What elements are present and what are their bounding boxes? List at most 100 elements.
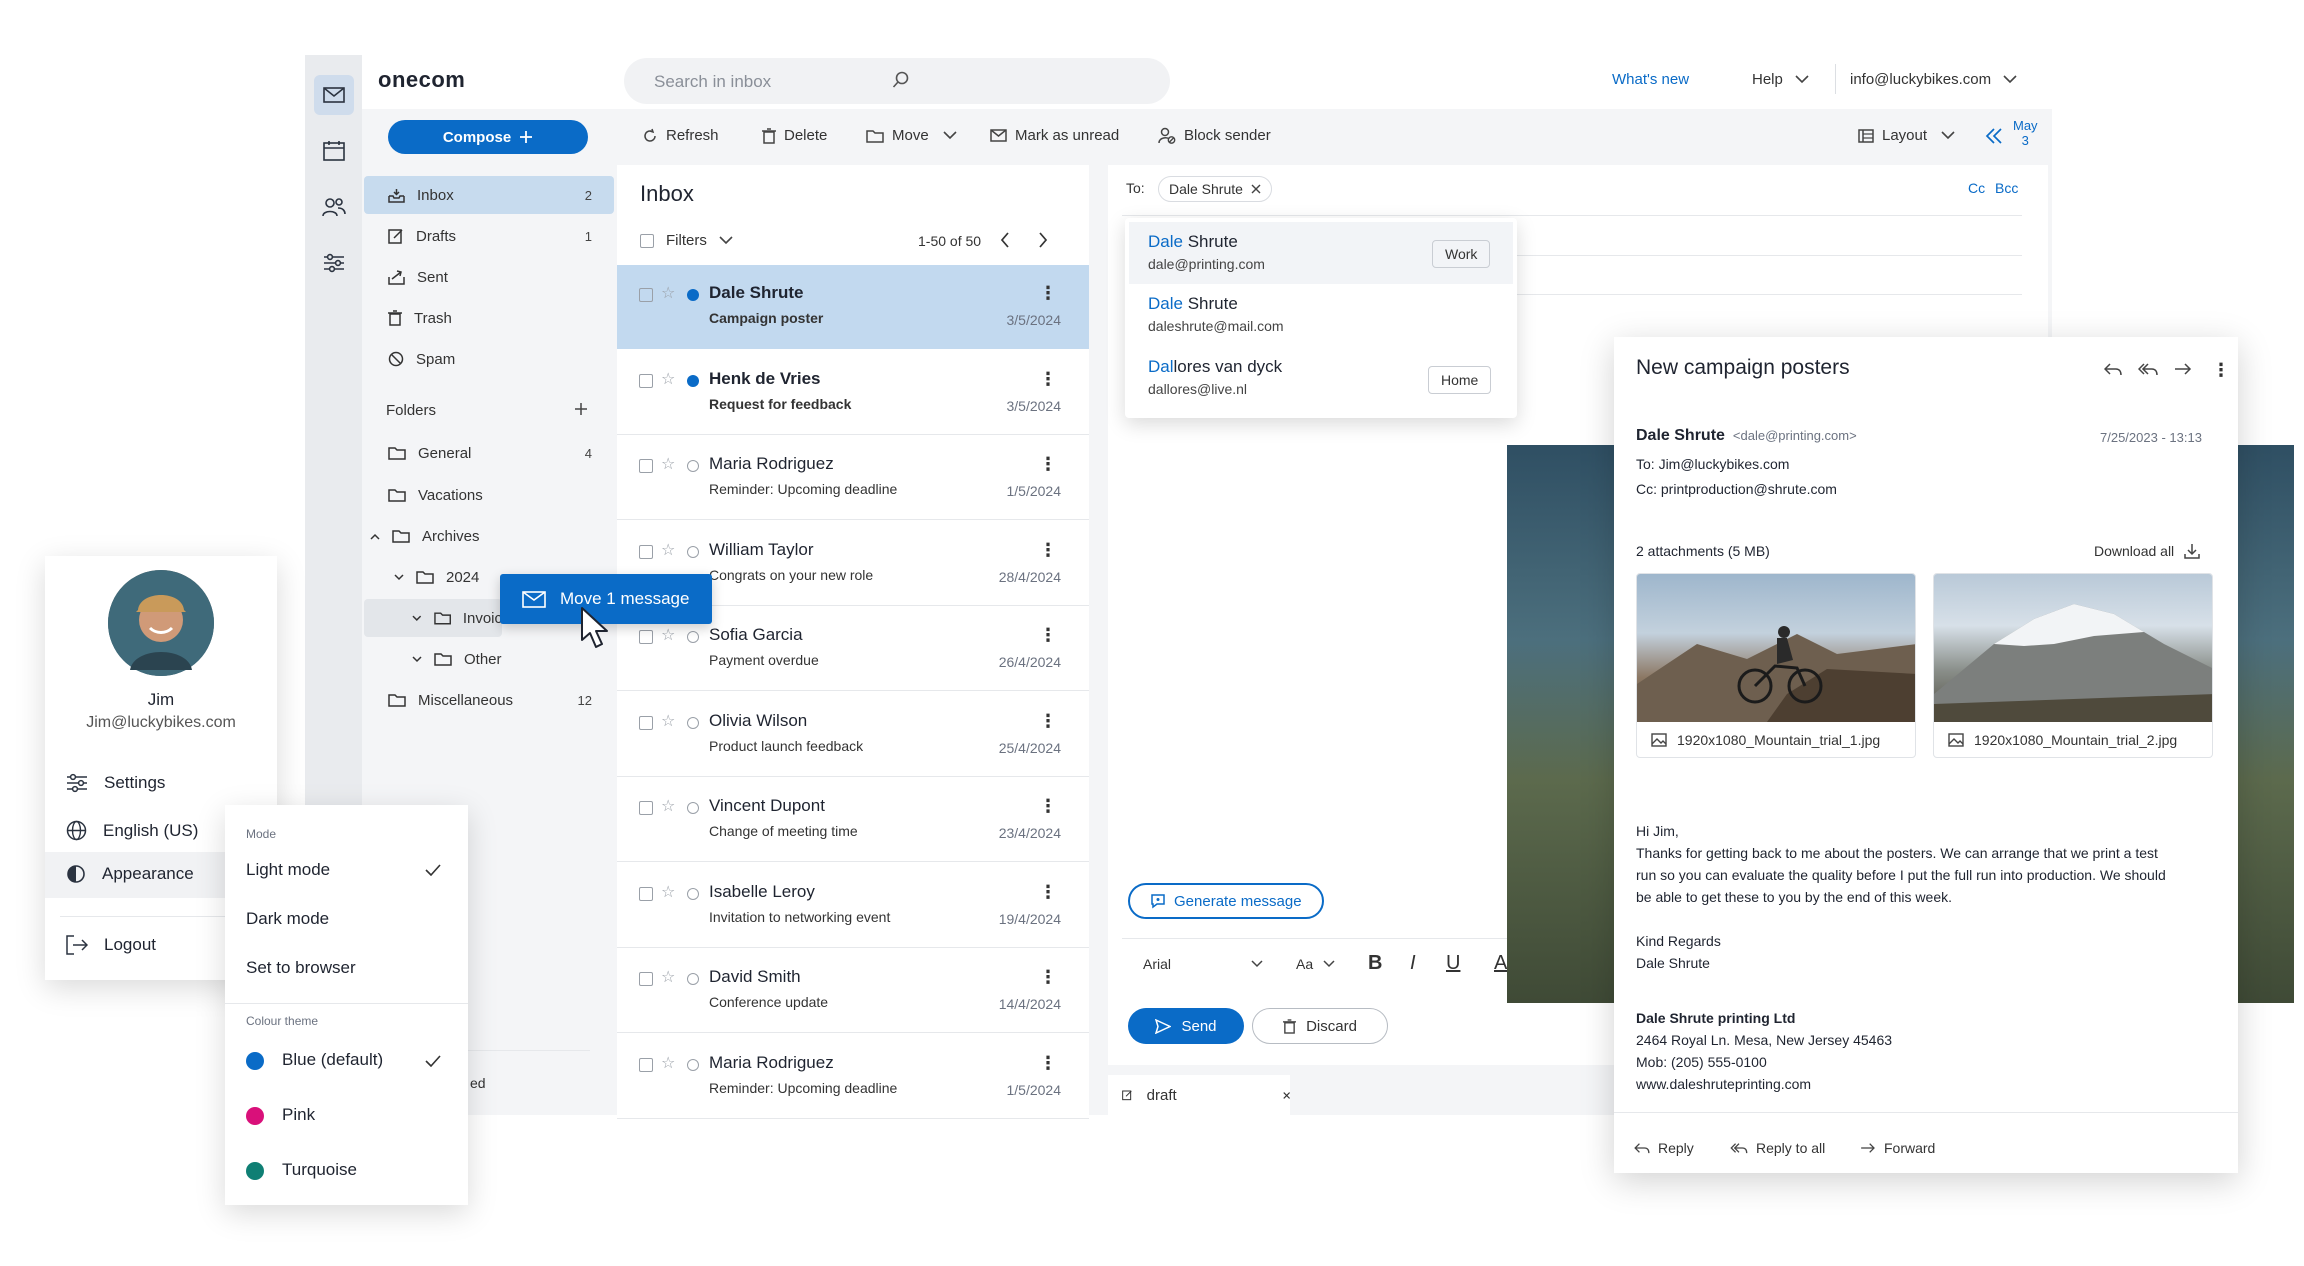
dark-mode-option[interactable]: Dark mode: [246, 909, 329, 929]
recipient-chip[interactable]: Dale Shrute: [1158, 176, 1272, 202]
bold-button[interactable]: B: [1368, 952, 1382, 975]
unread-indicator[interactable]: [687, 545, 699, 558]
signature-website[interactable]: www.daleshruteprinting.com: [1636, 1076, 1811, 1092]
add-folder-button[interactable]: [574, 402, 588, 416]
more-options-icon[interactable]: ⋮: [1039, 796, 1057, 817]
browser-mode-option[interactable]: Set to browser: [246, 958, 356, 978]
sidebar-folder-archives[interactable]: Archives: [364, 517, 614, 555]
delete-button[interactable]: Delete: [762, 127, 827, 144]
star-icon[interactable]: ☆: [661, 283, 675, 303]
sidebar-item-spam[interactable]: Spam: [364, 340, 614, 378]
sender-name[interactable]: Dale Shrute: [1636, 427, 1725, 445]
reply-all-button[interactable]: Reply to all: [1730, 1140, 1825, 1156]
message-checkbox[interactable]: [639, 373, 653, 388]
message-checkbox[interactable]: [639, 544, 653, 559]
theme-option-turquoise[interactable]: Turquoise: [282, 1160, 357, 1180]
brand-logo[interactable]: one.com: [378, 67, 630, 93]
message-row[interactable]: ☆ David Smith Conference update 14/4/2024 ⋮: [617, 949, 1089, 1033]
more-options-icon[interactable]: ⋮: [1039, 369, 1057, 390]
message-row[interactable]: ☆ Dale Shrute Campaign poster 3/5/2024 ⋮: [617, 265, 1089, 349]
font-select[interactable]: Arial: [1143, 956, 1263, 972]
reply-button[interactable]: Reply: [1634, 1140, 1694, 1156]
unread-indicator[interactable]: [687, 973, 699, 985]
discard-button[interactable]: Discard: [1252, 1008, 1388, 1044]
prev-page-button[interactable]: [1000, 232, 1010, 248]
cc-toggle[interactable]: Cc: [1968, 180, 1985, 196]
more-options-icon[interactable]: ⋮: [2212, 360, 2230, 381]
unread-indicator[interactable]: [687, 289, 699, 301]
attachment-card[interactable]: 1920x1080_Mountain_trial_1.jpg: [1636, 573, 1916, 758]
star-icon[interactable]: ☆: [661, 625, 675, 645]
select-all-checkbox[interactable]: [640, 233, 654, 248]
more-options-icon[interactable]: ⋮: [1039, 454, 1057, 475]
search-input[interactable]: Search in inbox: [624, 58, 1170, 104]
compose-button[interactable]: Compose: [388, 120, 588, 154]
mail-app-button[interactable]: [314, 75, 354, 115]
contacts-app-button[interactable]: [314, 187, 354, 227]
message-checkbox[interactable]: [639, 886, 653, 901]
message-checkbox[interactable]: [639, 288, 653, 302]
unread-indicator[interactable]: [687, 1058, 699, 1071]
underline-button[interactable]: U: [1446, 952, 1460, 975]
sidebar-item-drafts[interactable]: Drafts 1: [364, 217, 614, 255]
search-icon[interactable]: [654, 71, 1148, 89]
more-options-icon[interactable]: ⋮: [1039, 283, 1057, 304]
star-icon[interactable]: ☆: [661, 454, 675, 474]
sidebar-folder-invoices[interactable]: Invoic: [364, 599, 502, 637]
block-sender-button[interactable]: Block sender: [1158, 127, 1271, 144]
star-icon[interactable]: ☆: [661, 1053, 675, 1073]
refresh-button[interactable]: Refresh: [642, 127, 719, 144]
message-row[interactable]: ☆ Maria Rodriguez Reminder: Upcoming deadl…: [617, 1035, 1089, 1119]
sidebar-folder-vacations[interactable]: Vacations: [364, 476, 614, 514]
close-icon[interactable]: [1251, 184, 1261, 194]
whats-new-link[interactable]: What's new: [1612, 71, 1689, 88]
sidebar-item-sent[interactable]: Sent: [364, 258, 614, 296]
sidebar-folder-general[interactable]: General 4: [364, 434, 614, 472]
layout-menu-button[interactable]: Layout: [1858, 127, 1955, 144]
message-checkbox[interactable]: [639, 801, 653, 815]
bcc-toggle[interactable]: Bcc: [1995, 180, 2018, 196]
message-checkbox[interactable]: [639, 459, 653, 473]
collapse-panel-button[interactable]: [1985, 128, 2003, 144]
send-button[interactable]: Send: [1128, 1008, 1244, 1044]
star-icon[interactable]: ☆: [661, 967, 675, 987]
star-icon[interactable]: ☆: [661, 796, 675, 816]
suggestion-item[interactable]: Dale Shrute daleshrute@mail.com: [1148, 294, 1284, 334]
more-options-icon[interactable]: ⋮: [1039, 625, 1057, 646]
more-options-icon[interactable]: ⋮: [1039, 711, 1057, 732]
message-row[interactable]: ☆ Vincent Dupont Change of meeting time 23/…: [617, 778, 1089, 862]
star-icon[interactable]: ☆: [661, 540, 675, 560]
download-all-button[interactable]: Download all: [2094, 543, 2200, 559]
logout-menu-item[interactable]: Logout: [66, 935, 156, 955]
sidebar-item-trash[interactable]: Trash: [364, 299, 614, 337]
message-row[interactable]: ☆ Isabelle Leroy Invitation to networking …: [617, 864, 1089, 948]
message-checkbox[interactable]: [639, 1057, 653, 1072]
star-icon[interactable]: ☆: [661, 711, 675, 731]
filters-toggle[interactable]: Filters: [640, 232, 733, 249]
sidebar-folder-other[interactable]: Other: [364, 640, 614, 678]
theme-option-blue[interactable]: Blue (default): [282, 1050, 383, 1070]
settings-app-button[interactable]: [314, 243, 354, 283]
message-row[interactable]: ☆ Henk de Vries Request for feedback 3/5/20…: [617, 351, 1089, 435]
appearance-menu-item[interactable]: Appearance: [66, 864, 194, 884]
italic-button[interactable]: I: [1410, 952, 1416, 975]
star-icon[interactable]: ☆: [661, 369, 675, 389]
mark-unread-button[interactable]: Mark as unread: [990, 127, 1119, 144]
close-icon[interactable]: [1283, 1090, 1290, 1101]
reply-icon-button[interactable]: [2104, 362, 2122, 376]
reply-all-icon-button[interactable]: [2138, 362, 2158, 376]
message-checkbox[interactable]: [639, 630, 653, 644]
suggestion-item[interactable]: Dale Shrute dale@printing.com: [1148, 232, 1265, 272]
unread-indicator[interactable]: [687, 887, 699, 900]
unread-indicator[interactable]: [687, 460, 699, 472]
message-checkbox[interactable]: [639, 715, 653, 730]
account-menu[interactable]: info@luckybikes.com: [1850, 71, 2017, 88]
message-row[interactable]: ☆ Maria Rodriguez Reminder: Upcoming deadl…: [617, 436, 1089, 520]
forward-button[interactable]: Forward: [1860, 1140, 1935, 1156]
forward-icon-button[interactable]: [2174, 362, 2192, 376]
star-icon[interactable]: ☆: [661, 882, 675, 902]
move-menu-button[interactable]: Move: [866, 127, 957, 144]
more-options-icon[interactable]: ⋮: [1039, 882, 1057, 903]
unread-indicator[interactable]: [687, 802, 699, 814]
unread-indicator[interactable]: [687, 374, 699, 387]
